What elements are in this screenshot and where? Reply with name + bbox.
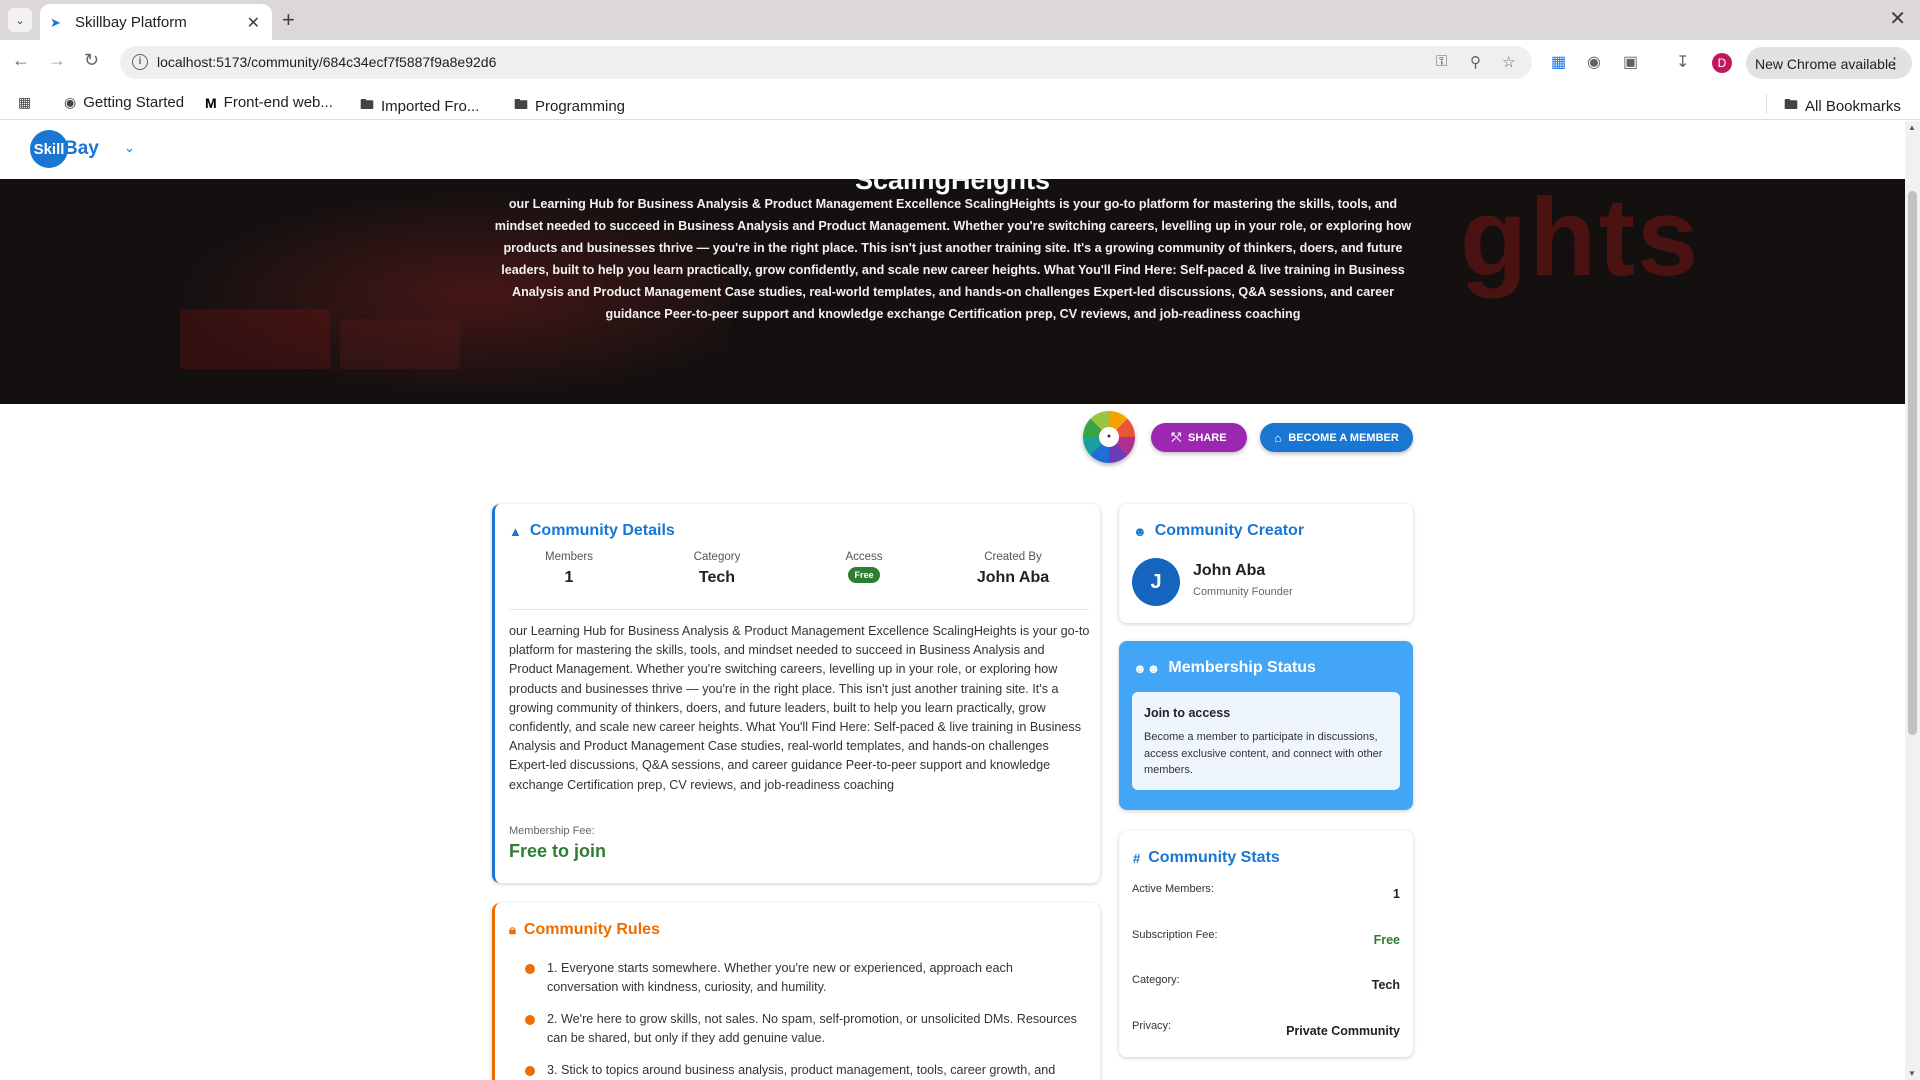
reload-icon[interactable]: ↻ bbox=[84, 50, 99, 71]
become-member-button[interactable]: ⌂ BECOME A MEMBER bbox=[1260, 423, 1413, 452]
scrollbar-thumb[interactable] bbox=[1908, 191, 1917, 735]
share-button[interactable]: ⤲ SHARE bbox=[1151, 423, 1247, 452]
browser-tab[interactable]: ➤ Skillbay Platform ✕ bbox=[40, 4, 272, 40]
extension2-icon[interactable]: ◉ bbox=[1587, 52, 1601, 72]
chevron-down-icon[interactable]: ⌄ bbox=[124, 140, 135, 156]
share-icon: ⤲ bbox=[1171, 430, 1182, 444]
community-details-heading: ▲ Community Details bbox=[509, 522, 675, 539]
bullet-icon bbox=[525, 1066, 535, 1076]
bullet-icon bbox=[525, 1015, 535, 1025]
page-scrollbar[interactable]: ▲ ▼ bbox=[1905, 121, 1920, 1080]
category-icon: ▲ bbox=[509, 523, 522, 539]
window-close-button[interactable]: ✕ bbox=[1889, 6, 1906, 31]
scroll-down-icon[interactable]: ▼ bbox=[1908, 1069, 1916, 1078]
community-rules-card: 🔒︎ Community Rules 1. Everyone starts som… bbox=[492, 903, 1100, 1080]
favicon-icon: ➤ bbox=[50, 14, 61, 30]
extension-icon[interactable]: ▦ bbox=[1551, 52, 1566, 72]
chevron-down-icon: ⌄ bbox=[15, 14, 25, 27]
zoom-icon[interactable]: ⚲ bbox=[1470, 53, 1481, 71]
community-rules-heading: 🔒︎ Community Rules bbox=[509, 921, 660, 938]
apps-grid-icon[interactable]: ▦ bbox=[18, 94, 38, 111]
join-info-box: Join to access Become a member to partic… bbox=[1132, 692, 1400, 790]
browser-toolbar: ← → ↻ i localhost:5173/community/684c34e… bbox=[0, 40, 1920, 86]
url-text[interactable]: localhost:5173/community/684c34ecf7f5887… bbox=[157, 54, 496, 70]
bookmark-divider bbox=[1766, 94, 1767, 114]
creator-role: Community Founder bbox=[1193, 586, 1293, 598]
membership-status-heading: ☻☻ Membership Status bbox=[1133, 659, 1316, 676]
tab-search-button[interactable]: ⌄ bbox=[8, 8, 32, 32]
bookmark-front-end[interactable]: M Front-end web... bbox=[205, 94, 333, 111]
rule-item: 3. Stick to topics around business analy… bbox=[525, 1061, 1077, 1080]
globe-icon: ◉ bbox=[64, 94, 77, 110]
new-tab-button[interactable]: + bbox=[282, 7, 295, 33]
close-tab-icon[interactable]: ✕ bbox=[247, 13, 260, 33]
tab-title: Skillbay Platform bbox=[75, 13, 187, 31]
page-viewport: Skill Bay ⌄ ghts ScalingHeights our Lear… bbox=[0, 121, 1905, 1080]
app-header: Skill Bay ⌄ bbox=[0, 121, 1905, 179]
forward-icon[interactable]: → bbox=[48, 50, 66, 71]
browser-tab-bar: ⌄ ➤ Skillbay Platform ✕ + ✕ bbox=[0, 0, 1920, 40]
profile-avatar[interactable]: D bbox=[1712, 53, 1732, 73]
stats-row-active-members: Active Members: 1 bbox=[1132, 883, 1400, 901]
extensions-puzzle-icon[interactable]: ▣ bbox=[1623, 52, 1638, 72]
site-info-icon[interactable]: i bbox=[132, 54, 148, 70]
stat-category: Category Tech bbox=[693, 551, 741, 586]
join-title: Join to access bbox=[1144, 706, 1231, 720]
community-hero: ghts ScalingHeights our Learning Hub for… bbox=[0, 179, 1905, 404]
bookmark-getting-started[interactable]: ◉ Getting Started bbox=[64, 94, 184, 111]
bookmarks-bar: ▦ ◉ Getting Started M Front-end web... 🖿 Im… bbox=[0, 86, 1920, 120]
bookmark-programming[interactable]: 🖿 Programming bbox=[514, 94, 625, 118]
bookmark-imported[interactable]: 🖿 Imported Fro... bbox=[360, 94, 479, 118]
password-key-icon[interactable]: ⚿ bbox=[1436, 53, 1447, 70]
community-creator-card: ☻ Community Creator J John Aba Community … bbox=[1119, 504, 1413, 623]
creator-avatar[interactable]: J bbox=[1132, 558, 1180, 606]
join-description: Become a member to participate in discus… bbox=[1144, 731, 1383, 776]
update-label: New Chrome available bbox=[1755, 56, 1896, 72]
scroll-up-icon[interactable]: ▲ bbox=[1908, 123, 1916, 132]
membership-fee-label: Membership Fee: bbox=[509, 825, 595, 837]
person-icon: ☻ bbox=[1133, 523, 1147, 539]
download-icon[interactable]: ↧ bbox=[1676, 52, 1689, 72]
creator-name[interactable]: John Aba bbox=[1193, 562, 1265, 580]
community-details-body: our Learning Hub for Business Analysis &… bbox=[509, 624, 1090, 792]
stat-access: Access Free bbox=[804, 551, 924, 583]
membership-status-card: ☻☻ Membership Status Join to access Becom… bbox=[1119, 641, 1413, 810]
home-icon: ⌂ bbox=[1274, 430, 1282, 445]
address-bar[interactable]: i localhost:5173/community/684c34ecf7f58… bbox=[120, 46, 1532, 79]
more-menu-icon[interactable]: ⋮ bbox=[1887, 54, 1902, 72]
back-icon[interactable]: ← bbox=[12, 50, 30, 71]
rule-item: 1. Everyone starts somewhere. Whether yo… bbox=[525, 959, 1077, 998]
group-icon: ☻☻ bbox=[1133, 660, 1161, 676]
folder-icon: 🖿 bbox=[514, 96, 528, 112]
all-bookmarks[interactable]: 🖿 All Bookmarks bbox=[1784, 94, 1901, 118]
rule-item: 2. We're here to grow skills, not sales.… bbox=[525, 1010, 1077, 1049]
hero-backdrop-shape bbox=[340, 319, 460, 369]
folder-icon: 🖿 bbox=[1784, 96, 1798, 112]
community-logo-center: ● bbox=[1099, 427, 1119, 447]
bookmark-star-icon[interactable]: ☆ bbox=[1502, 53, 1515, 71]
divider bbox=[509, 609, 1089, 610]
update-chrome-button[interactable]: New Chrome available ⋮ bbox=[1746, 47, 1912, 79]
community-creator-heading: ☻ Community Creator bbox=[1133, 522, 1305, 539]
community-details-card: ▲ Community Details Members 1 Category Tech… bbox=[492, 504, 1100, 883]
community-description: our Learning Hub for Business Analysis &… bbox=[494, 197, 1412, 321]
folder-icon: 🖿 bbox=[360, 96, 374, 112]
stat-created-by: Created By John Aba bbox=[976, 551, 1050, 586]
access-badge: Free bbox=[848, 567, 880, 583]
stat-members: Members 1 bbox=[545, 551, 593, 586]
hero-backdrop-text: ghts bbox=[1460, 179, 1701, 299]
community-avatar: ● bbox=[1083, 411, 1135, 463]
hash-icon: # bbox=[1133, 850, 1141, 866]
skillbay-logo[interactable]: Skill Bay bbox=[30, 130, 99, 168]
stats-row-privacy: Privacy: Private Community bbox=[1132, 1020, 1400, 1038]
bullet-icon bbox=[525, 964, 535, 974]
lock-icon: 🔒︎ bbox=[509, 922, 516, 937]
community-stats-heading: # Community Stats bbox=[1133, 849, 1280, 866]
m-icon: M bbox=[205, 94, 217, 111]
community-stats-card: # Community Stats Active Members: 1 Subscr… bbox=[1119, 831, 1413, 1057]
membership-fee-value: Free to join bbox=[509, 841, 607, 861]
stats-row-subscription-fee: Subscription Fee: Free bbox=[1132, 929, 1400, 947]
stats-row-category: Category: Tech bbox=[1132, 974, 1400, 992]
hero-backdrop-shape bbox=[180, 309, 330, 369]
